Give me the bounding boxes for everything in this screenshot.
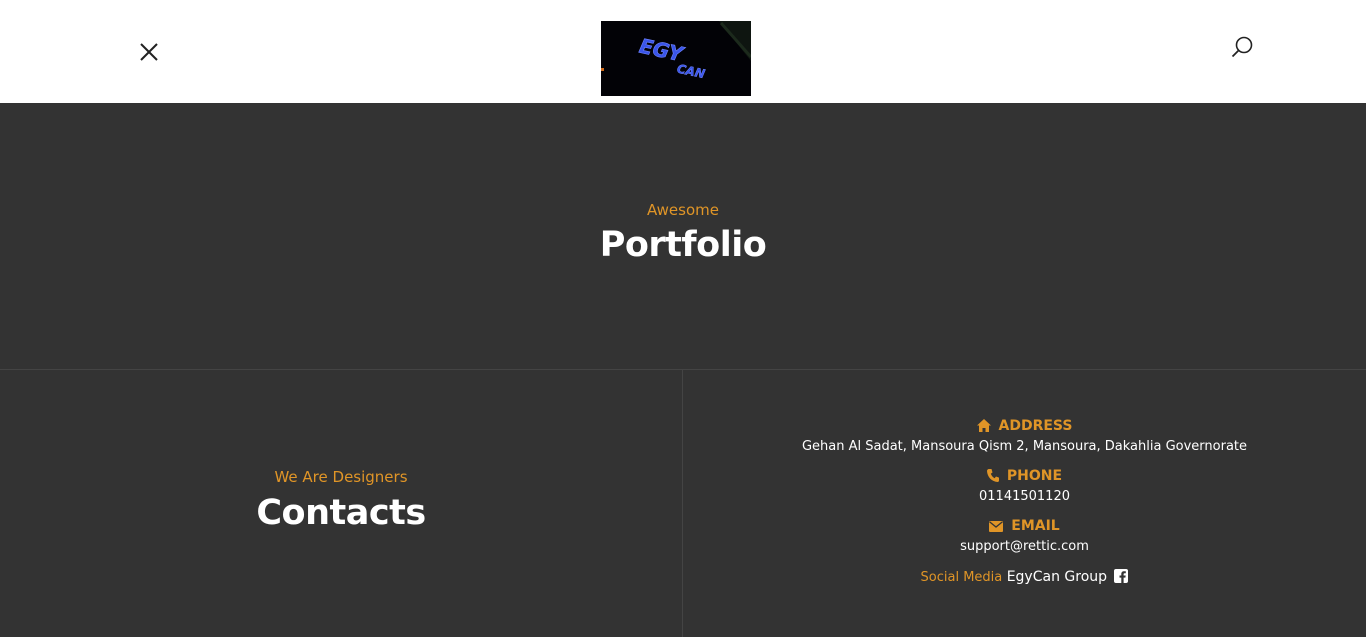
search-button[interactable] (1229, 34, 1257, 62)
contact-info-section: ADDRESS Gehan Al Sadat, Mansoura Qism 2,… (683, 370, 1366, 637)
email-value[interactable]: support@rettic.com (683, 539, 1366, 554)
phone-value: 01141501120 (979, 489, 1070, 504)
email-label: EMAIL (683, 518, 1366, 534)
contacts-subtitle: We Are Designers (274, 468, 408, 486)
site-header: EGY CAN (0, 0, 1366, 103)
envelope-icon (989, 521, 1004, 532)
phone-label-text: PHONE (1006, 468, 1063, 484)
contacts-heading-section: We Are Designers Contacts (0, 370, 683, 637)
site-logo[interactable]: EGY CAN (601, 21, 751, 96)
phone-icon (986, 469, 999, 482)
address-value: Gehan Al Sadat, Mansoura Qism 2, Mansour… (801, 439, 1248, 454)
portfolio-title: Portfolio (599, 225, 767, 265)
social-media-link[interactable]: EgyCan Group (1007, 569, 1107, 585)
facebook-icon[interactable] (1114, 569, 1129, 583)
social-media-label: Social Media (920, 570, 1003, 585)
close-icon (140, 43, 158, 61)
close-menu-button[interactable] (138, 41, 160, 63)
phone-label: PHONE (683, 468, 1366, 484)
portfolio-subtitle: Awesome (647, 201, 719, 219)
portfolio-section: Awesome Portfolio (0, 103, 1366, 370)
home-icon (976, 419, 991, 432)
address-label-text: ADDRESS (998, 418, 1073, 434)
email-label-text: EMAIL (1011, 518, 1060, 534)
contacts-title: Contacts (256, 493, 426, 533)
address-label: ADDRESS (683, 418, 1366, 434)
social-media-row: Social Media EgyCan Group (683, 569, 1366, 585)
logo-image: EGY CAN (601, 21, 751, 96)
search-icon (1231, 36, 1253, 58)
